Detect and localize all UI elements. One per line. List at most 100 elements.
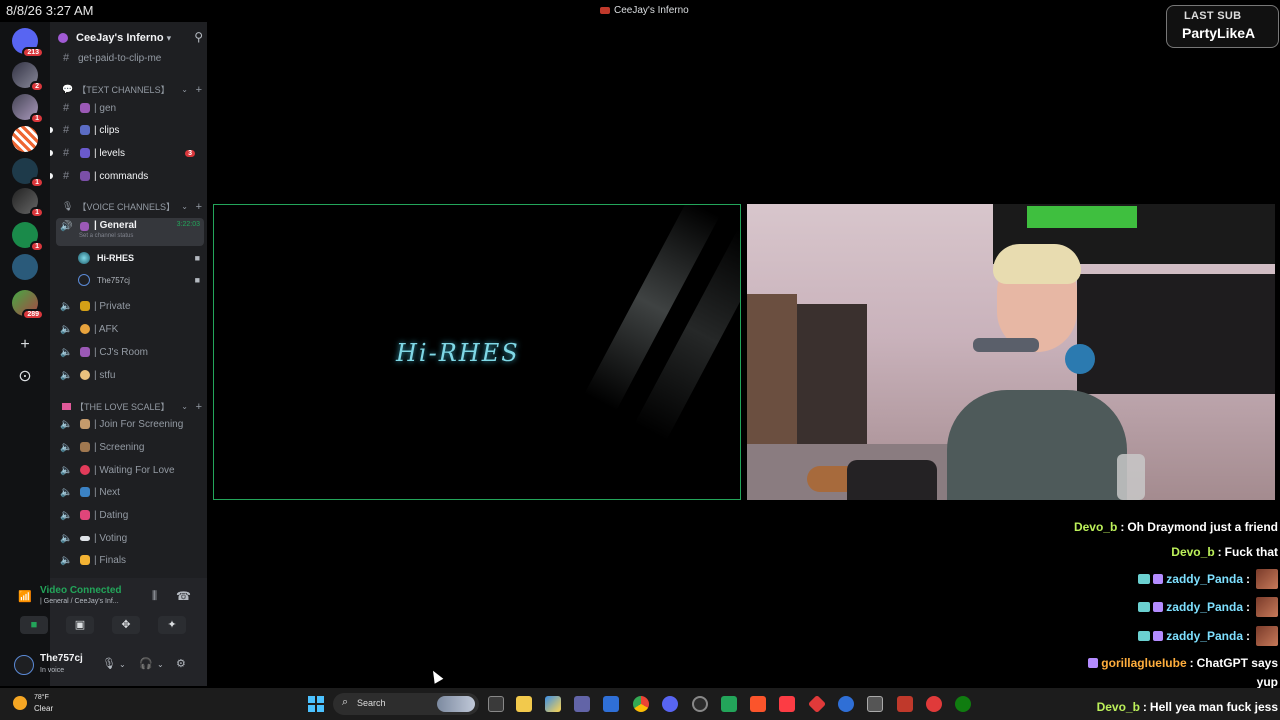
add-member-icon[interactable]: ⚲ xyxy=(194,30,203,44)
weather-moon-icon[interactable] xyxy=(13,696,27,710)
weather-temperature[interactable]: 78°F xyxy=(34,694,49,701)
music-icon[interactable] xyxy=(779,696,795,712)
chrome-icon[interactable] xyxy=(633,696,649,712)
channel-label: | Voting xyxy=(94,532,128,544)
add-channel-icon[interactable]: + xyxy=(196,84,202,96)
server-icon[interactable]: 1 xyxy=(12,188,44,218)
current-username: The757cj xyxy=(40,653,83,664)
server-icon[interactable]: 1 xyxy=(12,94,44,124)
unread-indicator xyxy=(50,173,53,179)
plus-icon[interactable]: + xyxy=(14,334,36,356)
server-icon[interactable]: 1 xyxy=(12,158,44,188)
chat-message: gorillaglueIube: ChatGPT says xyxy=(1088,656,1278,670)
mod-badge-icon xyxy=(1153,602,1164,612)
home-button[interactable]: 213 xyxy=(12,28,44,58)
noise-suppression-icon[interactable]: ⫼ xyxy=(152,590,157,603)
channel-commands[interactable]: # | commands xyxy=(50,166,207,186)
hash-icon: # xyxy=(62,102,70,114)
voice-channel-screening[interactable]: 🔈 | Screening xyxy=(50,437,207,457)
voice-channel-join-for-screening[interactable]: 🔈 | Join For Screening xyxy=(50,414,207,434)
xbox-icon[interactable] xyxy=(955,696,971,712)
server-icon[interactable] xyxy=(12,126,38,152)
top-overlay-bar: 8/8/26 3:27 AM CeeJay's Inferno xyxy=(0,0,1280,22)
soundboard-button[interactable]: ✦ xyxy=(158,616,186,634)
channel-levels[interactable]: # | levels 3 xyxy=(50,143,207,163)
file-explorer-icon[interactable] xyxy=(516,696,532,712)
voice-channel-cjs-room[interactable]: 🔈 | CJ's Room xyxy=(50,342,207,362)
channel-label: | Finals xyxy=(94,554,127,566)
channel-get-paid[interactable]: # get-paid-to-clip-me xyxy=(50,48,207,68)
discord-icon[interactable] xyxy=(662,696,678,712)
voice-channel-waiting-for-love[interactable]: 🔈 | Waiting For Love xyxy=(50,460,207,480)
app-icon[interactable] xyxy=(807,694,827,714)
chevron-down-icon[interactable]: ⌄ xyxy=(119,660,126,669)
voice-channel-voting[interactable]: 🔈 | Voting xyxy=(50,528,207,548)
microphone-icon[interactable]: 🎙 xyxy=(102,657,116,670)
voice-location[interactable]: | General / CeeJay's Inf... xyxy=(40,598,119,605)
add-channel-icon[interactable]: + xyxy=(196,201,202,213)
hash-icon: # xyxy=(62,124,70,136)
chat-message: zaddy_Panda: xyxy=(1138,597,1278,617)
voice-member[interactable]: The757cj ■ xyxy=(78,271,200,289)
chat-username: zaddy_Panda xyxy=(1166,572,1243,586)
server-icon[interactable]: 1 xyxy=(12,222,44,252)
server-emblem-icon xyxy=(58,33,68,43)
disconnect-icon[interactable]: ☎ xyxy=(176,589,191,603)
opera-icon[interactable] xyxy=(926,696,942,712)
voice-member[interactable]: Hi-RHES ■ xyxy=(78,249,200,267)
task-view-icon[interactable] xyxy=(488,696,504,712)
window-title-text: CeeJay's Inferno xyxy=(614,5,689,16)
server-icon[interactable]: 289 xyxy=(12,290,44,320)
speaker-icon: 🔊 xyxy=(60,221,73,232)
avatar[interactable] xyxy=(14,655,34,675)
headphones-icon[interactable]: 🎧 xyxy=(139,657,153,670)
channel-gen[interactable]: # | gen xyxy=(50,98,207,118)
brave-icon[interactable] xyxy=(750,696,766,712)
voice-channel-stfu[interactable]: 🔈 | stfu xyxy=(50,365,207,385)
voice-channel-private[interactable]: 🔈 | Private xyxy=(50,296,207,316)
server-icon[interactable]: 2 xyxy=(12,62,44,92)
app-icon[interactable] xyxy=(897,696,913,712)
channel-emoji-icon xyxy=(80,222,89,231)
obs-icon[interactable] xyxy=(692,696,708,712)
channel-clips[interactable]: # | clips xyxy=(50,120,207,140)
couch xyxy=(1077,274,1275,394)
weather-condition[interactable]: Clear xyxy=(34,704,53,713)
teams-icon[interactable] xyxy=(574,696,590,712)
category-voice-channels[interactable]: 🎙 【VOICE CHANNELS】 ⌄ + xyxy=(62,200,202,213)
chat-text: Hell yea man fuck jess xyxy=(1149,700,1278,714)
camera-toggle-button[interactable]: ■ xyxy=(20,616,48,634)
voice-channel-next[interactable]: 🔈 | Next xyxy=(50,482,207,502)
app-icon[interactable] xyxy=(721,696,737,712)
speaker-icon: 🔈 xyxy=(60,323,73,335)
category-label: 【VOICE CHANNELS】 xyxy=(77,202,175,212)
avatar xyxy=(78,252,90,264)
store-icon[interactable] xyxy=(603,696,619,712)
active-voice-channel[interactable]: 🔊 | General 3:22:03 Set a channel status xyxy=(56,218,204,246)
activities-button[interactable]: ✥ xyxy=(112,616,140,634)
compass-icon[interactable]: ⊙ xyxy=(14,366,36,388)
server-badge: 1 xyxy=(30,207,44,218)
voice-channel-afk[interactable]: 🔈 | AFK xyxy=(50,319,207,339)
app-icon[interactable] xyxy=(545,696,561,712)
hash-icon: # xyxy=(62,170,70,182)
start-button[interactable] xyxy=(308,696,324,712)
category-label: 【THE LOVE SCALE】 xyxy=(75,402,170,412)
server-header[interactable]: CeeJay's Inferno ▾ ⚲ xyxy=(58,30,203,46)
taskbar-search[interactable]: ⌕ Search xyxy=(333,693,479,715)
channel-status-hint[interactable]: Set a channel status xyxy=(79,233,133,239)
stream-tile-webcam[interactable] xyxy=(747,204,1275,500)
stream-tile-hirhes[interactable]: Hi-RHES xyxy=(213,204,741,500)
voice-channel-dating[interactable]: 🔈 | Dating xyxy=(50,505,207,525)
voice-channel-finals[interactable]: 🔈 | Finals xyxy=(50,550,207,570)
add-channel-icon[interactable]: + xyxy=(196,401,202,413)
chevron-down-icon[interactable]: ⌄ xyxy=(157,660,164,669)
help-icon[interactable] xyxy=(838,696,854,712)
screen-share-button[interactable]: ▣ xyxy=(66,616,94,634)
chat-username: Devo_b xyxy=(1171,545,1215,559)
category-text-channels[interactable]: 💬 【TEXT CHANNELS】 ⌄ + xyxy=(62,83,202,96)
gear-icon[interactable]: ⚙ xyxy=(176,657,186,670)
category-love-scale[interactable]: 【THE LOVE SCALE】 ⌄ + xyxy=(62,400,202,413)
server-icon[interactable] xyxy=(12,254,38,280)
app-icon[interactable] xyxy=(867,696,883,712)
